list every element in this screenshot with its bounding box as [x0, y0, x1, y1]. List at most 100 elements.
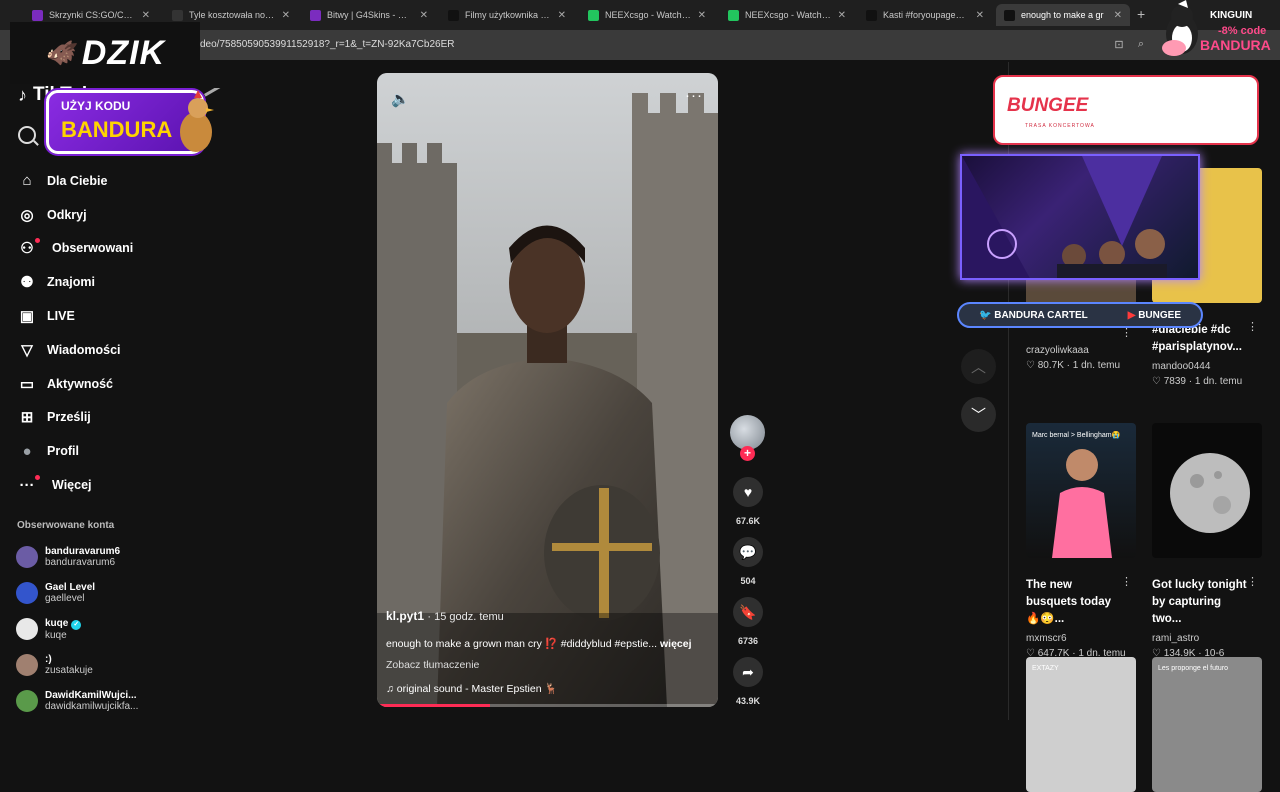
video-player[interactable]: 🔈 ··· kl.pyt1 · 15 godz. temu enough to …: [377, 73, 718, 707]
video-thumbnail[interactable]: Les proponge el futuro: [1152, 657, 1262, 792]
browser-tab[interactable]: Bitwy | G4Skins - Otwiera ✕: [302, 4, 436, 26]
browser-tab[interactable]: NEEXcsgo - Watch clips o ✕: [580, 4, 714, 26]
sidebar-item-send[interactable]: ▽ Wiadomości: [16, 333, 216, 367]
bungee-banner: BUNGEE TRASA KONCERTOWA: [993, 75, 1259, 145]
sidebar-item-user-follow[interactable]: ⚇ Obserwowani: [16, 232, 216, 266]
card-likes: 7839: [1163, 376, 1186, 387]
card-author[interactable]: rami_astro: [1152, 633, 1262, 644]
like-count: 67.6K: [735, 516, 761, 526]
tab-close-icon[interactable]: ✕: [976, 10, 984, 21]
card-author[interactable]: crazyoliwkaaa: [1026, 345, 1136, 356]
tab-label: Filmy użytkownika Piotrek: [465, 10, 552, 20]
followed-account[interactable]: :) zusatakuje: [16, 648, 93, 682]
account-name: banduravarum6: [45, 546, 121, 557]
translate-icon[interactable]: ⊡: [1112, 38, 1126, 52]
sidebar-item-inbox[interactable]: ▭ Aktywność: [16, 367, 216, 401]
sidebar-item-friends[interactable]: ⚉ Znajomi: [16, 265, 216, 299]
url-field[interactable]: deo/7585059053991152918?_r=1&_t=ZN-92Ka7…: [200, 39, 454, 50]
browser-tab[interactable]: Kasti #foryoupage💗💗 ✕: [858, 4, 992, 26]
recommended-video-card[interactable]: Les proponge el futuro: [1152, 657, 1262, 792]
author-avatar[interactable]: [730, 415, 765, 450]
compass-icon: ◎: [20, 206, 34, 224]
share-button[interactable]: ➦: [733, 657, 763, 687]
previous-video-button[interactable]: ︿: [961, 349, 996, 384]
sidebar-item-home[interactable]: ⌂ Dla Ciebie: [16, 164, 216, 198]
tab-close-icon[interactable]: ✕: [282, 10, 290, 21]
sidebar-item-upload[interactable]: ⊞ Prześlij: [16, 401, 216, 435]
tab-favicon-icon: [32, 9, 43, 21]
tab-close-icon[interactable]: ✕: [1114, 10, 1122, 21]
follow-plus-icon[interactable]: +: [740, 446, 755, 461]
tab-favicon-icon: [728, 9, 739, 21]
tab-close-icon[interactable]: ✕: [558, 10, 566, 21]
player-thumbnail: [1052, 449, 1112, 558]
heart-outline-icon: ♡: [1026, 360, 1038, 371]
show-more-link[interactable]: więcej: [660, 638, 692, 650]
tab-close-icon[interactable]: ✕: [420, 10, 428, 21]
share-count: 43.9K: [735, 696, 761, 706]
card-title[interactable]: The new busquets today 🔥😳...: [1026, 577, 1126, 628]
avatar: [16, 654, 38, 676]
recommended-video-card[interactable]: EXTAZY: [1026, 657, 1136, 792]
streamer-webcam-overlay: 🐦 BANDURA CARTEL ▶ BUNGEE: [957, 152, 1203, 328]
tab-close-icon[interactable]: ✕: [698, 10, 706, 21]
followed-account[interactable]: kuqe ✓ kuqe: [16, 612, 82, 646]
new-tab-button[interactable]: +: [1137, 6, 1145, 22]
card-author[interactable]: mxmscr6: [1026, 633, 1136, 644]
video-thumbnail[interactable]: EXTAZY: [1026, 657, 1136, 792]
save-button[interactable]: 🔖: [733, 597, 763, 627]
search-icon[interactable]: [18, 126, 36, 144]
like-button[interactable]: ♥: [733, 477, 763, 507]
comment-button[interactable]: 💬: [733, 537, 763, 567]
tab-close-icon[interactable]: ✕: [142, 10, 150, 21]
thumbnail-caption: Les proponge el futuro: [1158, 665, 1229, 672]
sidebar-item-compass[interactable]: ◎ Odkryj: [16, 198, 216, 232]
zoom-icon[interactable]: ⌕: [1134, 38, 1148, 52]
followed-account[interactable]: DawidKamilWujci... dawidkamilwujcikfa...: [16, 684, 138, 718]
thumbnail-caption: EXTAZY: [1032, 665, 1059, 672]
video-more-icon[interactable]: ···: [685, 87, 703, 104]
webcam-frame: [960, 154, 1200, 280]
video-thumbnail[interactable]: Marc bernal > Bellingham😭: [1026, 423, 1136, 558]
account-name: Gael Level: [45, 582, 96, 593]
followed-account[interactable]: Gael Level gaellevel: [16, 576, 95, 610]
send-icon: ▽: [21, 341, 33, 359]
avatar: [16, 618, 38, 640]
browser-tab[interactable]: NEEXcsgo - Watch clips o ✕: [720, 4, 854, 26]
recommended-video-card[interactable]: Marc bernal > Bellingham😭 The new busquet…: [1026, 423, 1136, 659]
translate-link[interactable]: Zobacz tłumaczenie: [386, 659, 710, 671]
tab-favicon-icon: [310, 9, 321, 21]
card-more-icon[interactable]: ⋮: [1247, 575, 1258, 588]
sidebar-item-profile[interactable]: ● Profil: [16, 434, 216, 468]
inbox-icon: ▭: [19, 375, 35, 393]
followed-account[interactable]: banduravarum6 banduravarum6: [16, 540, 120, 574]
sidebar-item-live[interactable]: ▣ LIVE: [16, 299, 216, 333]
webcam-scene: [962, 156, 1167, 278]
sound-link[interactable]: ♫ original sound - Master Epstien 🦌: [386, 682, 710, 695]
browser-tab[interactable]: enough to make a gr ✕: [996, 4, 1130, 26]
video-thumbnail[interactable]: [1152, 423, 1262, 558]
card-date: 1 dn. temu: [1194, 376, 1243, 387]
tab-label: Skrzynki CS:GO/CS2 | G4S: [49, 10, 136, 20]
music-note-icon: ♫: [386, 683, 397, 695]
comment-icon: 💬: [739, 543, 757, 560]
profile-icon: ●: [22, 442, 32, 460]
tiktok-note-icon: ♪: [18, 84, 27, 105]
sidebar-item-more[interactable]: ··· Więcej: [16, 468, 216, 502]
card-more-icon[interactable]: ⋮: [1247, 320, 1258, 333]
browser-tab[interactable]: Filmy użytkownika Piotrek ✕: [440, 4, 574, 26]
next-video-button[interactable]: ﹀: [961, 397, 996, 432]
mute-icon[interactable]: 🔈: [391, 90, 410, 108]
sidebar-item-label: Dla Ciebie: [47, 173, 108, 188]
video-author[interactable]: kl.pyt1: [386, 609, 424, 623]
avatar: [16, 582, 38, 604]
video-caption: kl.pyt1 · 15 godz. temu enough to make a…: [386, 609, 710, 707]
moon-thumbnail: [1170, 453, 1250, 533]
video-progress-bar[interactable]: [377, 704, 718, 707]
card-more-icon[interactable]: ⋮: [1121, 575, 1132, 588]
recommended-video-card[interactable]: Got lucky tonight by capturing two... ⋮ ra…: [1152, 423, 1262, 659]
card-author[interactable]: mandoo0444: [1152, 361, 1262, 372]
tab-label: enough to make a gr: [1021, 10, 1104, 20]
tab-close-icon[interactable]: ✕: [838, 10, 846, 21]
card-title[interactable]: Got lucky tonight by capturing two...: [1152, 577, 1252, 628]
